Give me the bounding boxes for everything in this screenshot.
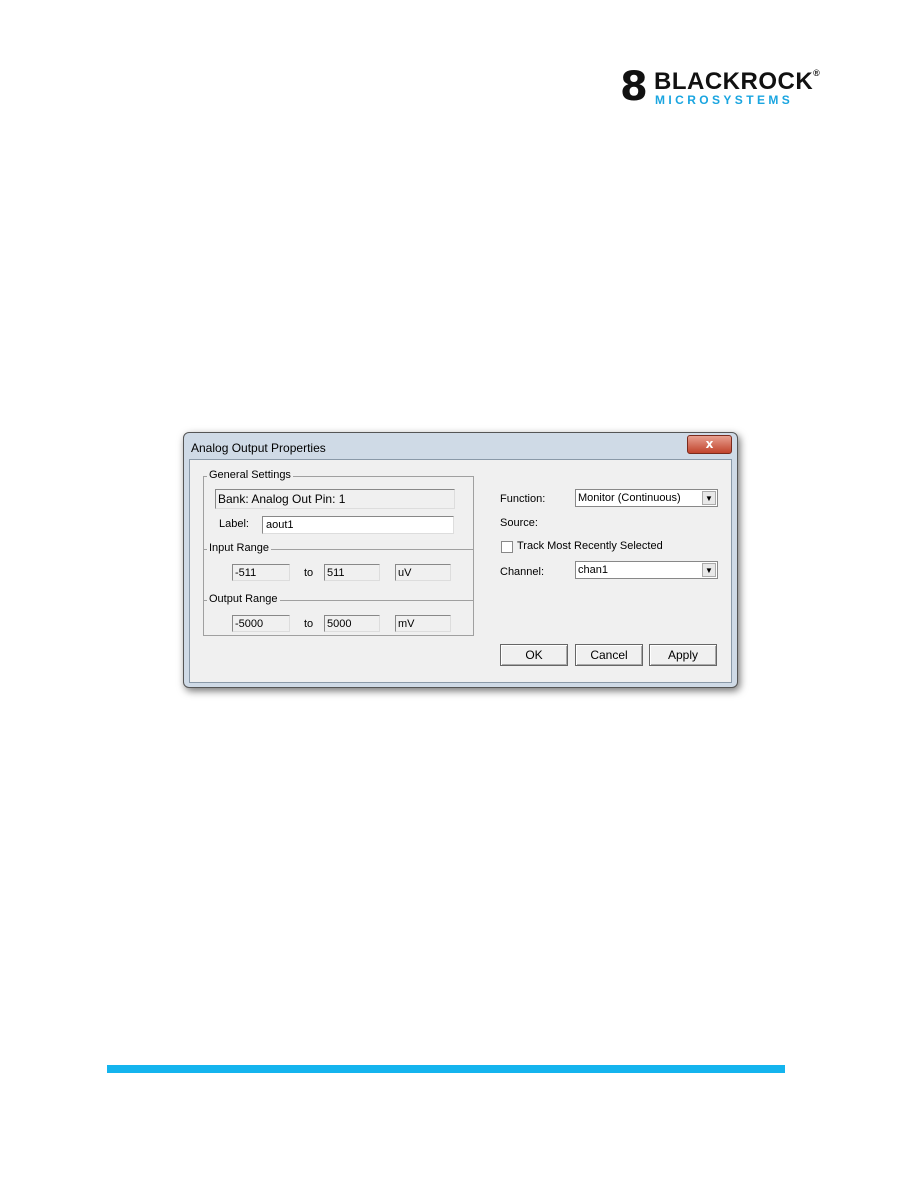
input-range-to: to: [304, 567, 314, 579]
track-most-recently-selected-checkbox[interactable]: [501, 541, 513, 553]
chevron-down-icon[interactable]: ▼: [702, 563, 716, 577]
logo-name: BLACKROCK: [654, 68, 814, 95]
cancel-button[interactable]: Cancel: [575, 644, 643, 666]
function-select[interactable]: Monitor (Continuous) ▼: [575, 489, 718, 507]
input-range-min: -511: [232, 564, 290, 581]
dialog-client: General Settings Bank: Analog Out Pin: 1…: [189, 459, 732, 683]
close-button[interactable]: x: [687, 435, 732, 454]
input-range-legend: Input Range: [207, 542, 271, 554]
source-label: Source:: [500, 517, 538, 529]
footer-bar: [107, 1065, 785, 1073]
ok-button[interactable]: OK: [500, 644, 568, 666]
label-label: Label:: [219, 518, 249, 530]
apply-button[interactable]: Apply: [649, 644, 717, 666]
dialog-title: Analog Output Properties: [191, 441, 326, 455]
function-label: Function:: [500, 493, 546, 505]
output-range-legend: Output Range: [207, 593, 280, 605]
page: 8 BLACKROCK® MICROSYSTEMS Analog Output …: [0, 0, 918, 1188]
channel-select[interactable]: chan1 ▼: [575, 561, 718, 579]
channel-label: Channel:: [500, 566, 545, 578]
bank-field: Bank: Analog Out Pin: 1: [215, 489, 455, 509]
function-value: Monitor (Continuous): [578, 492, 681, 504]
input-range-unit: uV: [395, 564, 451, 581]
input-range-max: 511: [324, 564, 380, 581]
chevron-down-icon[interactable]: ▼: [702, 491, 716, 505]
logo-sub: MICROSYSTEMS: [655, 93, 794, 107]
track-most-recently-selected-label[interactable]: Track Most Recently Selected: [517, 540, 663, 552]
logo-registered: ®: [813, 68, 821, 78]
output-range-min: -5000: [232, 615, 290, 632]
general-settings-legend: General Settings: [207, 469, 293, 481]
logo-mark-icon: 8: [620, 64, 648, 110]
label-input[interactable]: aout1: [262, 516, 454, 534]
channel-value: chan1: [578, 564, 608, 576]
output-range-max: 5000: [324, 615, 380, 632]
output-range-unit: mV: [395, 615, 451, 632]
output-range-to: to: [304, 618, 314, 630]
blackrock-logo: 8 BLACKROCK® MICROSYSTEMS: [618, 64, 828, 110]
analog-output-properties-dialog: Analog Output Properties x General Setti…: [183, 432, 738, 688]
